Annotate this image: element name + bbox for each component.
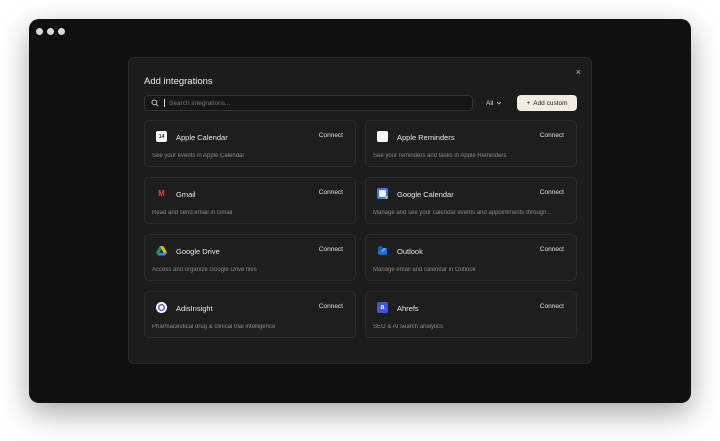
window-controls: [36, 28, 65, 35]
add-integrations-dialog: Add integrations × All + Add custom 14 A: [128, 57, 592, 364]
integration-card-gmail: M Gmail Connect Read and send email in G…: [144, 177, 356, 224]
window-maximize-dot[interactable]: [58, 28, 65, 35]
integration-name: Google Calendar: [397, 190, 454, 199]
integration-name: Ahrefs: [397, 304, 419, 313]
integration-description: See your reminders and tasks in Apple Re…: [373, 153, 507, 159]
app-window: Add integrations × All + Add custom 14 A: [29, 19, 691, 403]
chevron-down-icon: [497, 101, 502, 105]
outlook-icon: [377, 245, 388, 256]
integration-name: Gmail: [176, 190, 196, 199]
integration-card-apple-calendar: 14 Apple Calendar Connect See your event…: [144, 120, 356, 167]
integration-card-outlook: Outlook Connect Manage email and calenda…: [365, 234, 577, 281]
dialog-title: Add integrations: [144, 76, 213, 87]
add-custom-label: Add custom: [533, 99, 568, 107]
apple-reminders-icon: [377, 131, 388, 142]
integration-description: See your events in Apple Calendar: [152, 153, 245, 159]
connect-button[interactable]: Connect: [319, 303, 343, 310]
plus-icon: +: [526, 99, 531, 107]
connect-button[interactable]: Connect: [319, 189, 343, 196]
add-custom-button[interactable]: + Add custom: [517, 95, 577, 111]
filter-selected-value: All: [486, 99, 494, 107]
connect-button[interactable]: Connect: [540, 132, 564, 139]
search-box[interactable]: [144, 95, 473, 111]
ahrefs-icon: a: [377, 302, 388, 313]
integration-name: Apple Calendar: [176, 133, 228, 142]
connect-button[interactable]: Connect: [319, 246, 343, 253]
integration-description: SEO & AI search analytics: [373, 324, 444, 330]
integration-description: Access and organize Google Drive files: [152, 267, 257, 273]
integration-card-apple-reminders: Apple Reminders Connect See your reminde…: [365, 120, 577, 167]
integration-name: Apple Reminders: [397, 133, 455, 142]
filter-dropdown[interactable]: All: [481, 96, 507, 110]
integration-card-adisinsight: AdisInsight Connect Pharmaceutical drug …: [144, 291, 356, 338]
integration-name: AdisInsight: [176, 304, 213, 313]
integration-name: Outlook: [397, 247, 423, 256]
integration-description: Pharmaceutical drug & clinical trial int…: [152, 324, 276, 330]
integration-card-google-drive: Google Drive Connect Access and organize…: [144, 234, 356, 281]
connect-button[interactable]: Connect: [319, 132, 343, 139]
integration-description: Manage email and calendar in Outlook: [373, 267, 476, 273]
text-cursor: [164, 99, 165, 107]
integration-description: Read and send email in Gmail: [152, 210, 233, 216]
apple-calendar-icon: 14: [156, 131, 167, 142]
connect-button[interactable]: Connect: [540, 246, 564, 253]
search-icon: [151, 99, 159, 107]
google-drive-icon: [156, 245, 167, 256]
integration-card-ahrefs: a Ahrefs Connect SEO & AI search analyti…: [365, 291, 577, 338]
close-button[interactable]: ×: [576, 68, 581, 77]
google-calendar-icon: [377, 188, 388, 199]
window-close-dot[interactable]: [36, 28, 43, 35]
connect-button[interactable]: Connect: [540, 303, 564, 310]
adisinsight-icon: [156, 302, 167, 313]
window-minimize-dot[interactable]: [47, 28, 54, 35]
integration-description: Manage and see your calendar events and …: [373, 210, 552, 216]
search-input[interactable]: [169, 99, 449, 107]
integration-name: Google Drive: [176, 247, 220, 256]
integration-card-google-calendar: Google Calendar Connect Manage and see y…: [365, 177, 577, 224]
gmail-icon: M: [158, 189, 165, 198]
connect-button[interactable]: Connect: [540, 189, 564, 196]
